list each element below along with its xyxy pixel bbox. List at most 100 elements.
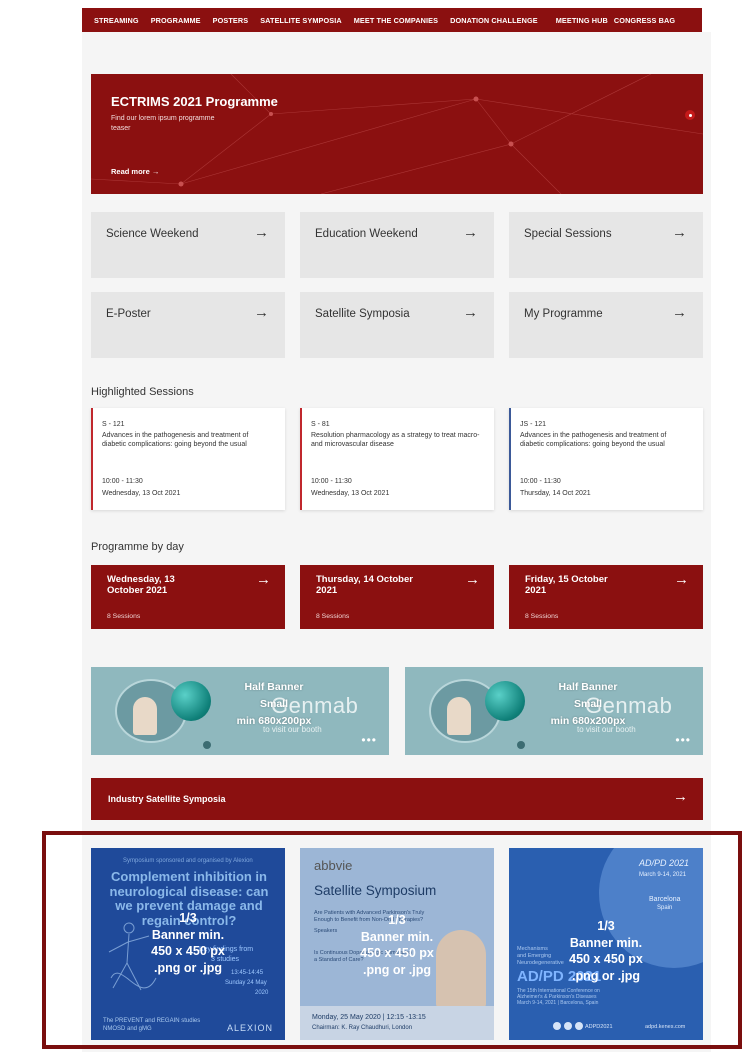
nav-satellite-symposia[interactable]: SATELLITE SYMPOSIA xyxy=(260,16,342,25)
promo-logo: abbvie xyxy=(314,858,353,873)
tile-satellite-symposia[interactable]: Satellite Symposia → xyxy=(300,292,494,358)
arrow-right-icon: → xyxy=(256,571,271,588)
facebook-icon xyxy=(553,1022,561,1030)
linkedin-icon xyxy=(575,1022,583,1030)
nav-donation-challenge[interactable]: DONATION CHALLENGE xyxy=(450,16,538,25)
session-time: 10:00 - 11:30 xyxy=(520,478,561,485)
programme-hero[interactable]: ECTRIMS 2021 Programme Find our lorem ip… xyxy=(91,74,703,194)
promo-line: .png or .jpg xyxy=(571,968,641,983)
more-dots-icon[interactable]: ••• xyxy=(675,733,691,747)
promo-line: 1/3 xyxy=(597,919,615,933)
nav-meeting-hub[interactable]: MEETING HUB xyxy=(556,16,608,25)
tile-e-poster[interactable]: E-Poster → xyxy=(91,292,285,358)
tile-special-sessions[interactable]: Special Sessions → xyxy=(509,212,703,278)
tile-label: My Programme xyxy=(524,308,603,320)
banner-placeholder-text: Half Banner Small min 680x200px xyxy=(493,679,683,730)
session-accent-bar xyxy=(300,408,302,510)
banner-line: min 680x200px xyxy=(550,715,626,727)
banner-logo-icon xyxy=(203,741,211,749)
session-title: Resolution pharmacology as a strategy to… xyxy=(311,432,480,449)
more-dots-icon[interactable]: ••• xyxy=(361,733,377,747)
promo-tag: AD/PD 2021 xyxy=(639,858,690,868)
banner-line: Half Banner xyxy=(244,681,304,693)
day-card-wednesday[interactable]: Wednesday, 13 October 2021 8 Sessions → xyxy=(91,565,285,629)
half-banner[interactable]: Genmab to visit our booth Half Banner Sm… xyxy=(91,667,389,755)
tile-science-weekend[interactable]: Science Weekend → xyxy=(91,212,285,278)
promo-conf: March 9-14, 2021 | Barcelona, Spain xyxy=(517,1000,599,1006)
session-accent-bar xyxy=(91,408,93,510)
nav-posters[interactable]: POSTERS xyxy=(213,16,249,25)
tile-label: Satellite Symposia xyxy=(315,308,410,320)
banner-line: Small xyxy=(573,698,602,710)
session-time: 10:00 - 11:30 xyxy=(102,478,143,485)
session-title: Advances in the pathogenesis and treatme… xyxy=(102,432,249,449)
arrow-right-icon: → xyxy=(463,224,478,241)
promo-city: Spain xyxy=(657,905,673,911)
highlighted-sessions-title: Highlighted Sessions xyxy=(91,386,194,398)
session-card[interactable]: S - 121 Advances in the pathogenesis and… xyxy=(91,408,285,510)
nav-meet-the-companies[interactable]: MEET THE COMPANIES xyxy=(354,16,438,25)
promo-tag: March 9-14, 2021 xyxy=(639,872,687,878)
promo-line: 1/3 xyxy=(388,913,406,927)
promo-chair: Chairman: K. Ray Chaudhuri, London xyxy=(312,1025,413,1031)
tile-label: E-Poster xyxy=(106,308,151,320)
promo-placeholder-text: 1/3 Banner min. 450 x 450 px .png or .jp… xyxy=(300,912,494,978)
promo-placeholder-text: 1/3 Banner min. 450 x 450 px .png or .jp… xyxy=(91,910,285,976)
day-date: Wednesday, 13 October 2021 xyxy=(107,574,175,596)
half-banner[interactable]: Genmab to visit our booth Half Banner Sm… xyxy=(405,667,703,755)
banner-line: Half Banner xyxy=(558,681,618,693)
nav-streaming[interactable]: STREAMING xyxy=(94,16,139,25)
day-card-thursday[interactable]: Thursday, 14 October 2021 8 Sessions → xyxy=(300,565,494,629)
arrow-right-icon: → xyxy=(465,571,480,588)
nav-programme[interactable]: PROGRAMME xyxy=(151,16,201,25)
session-accent-bar xyxy=(509,408,511,510)
banner-logo-icon xyxy=(517,741,525,749)
promo-brand: ALEXION xyxy=(226,1023,273,1033)
promo-line: .png or .jpg xyxy=(153,960,223,975)
banner-person xyxy=(447,697,471,735)
arrow-right-icon: → xyxy=(672,224,687,241)
promo-line: .png or .jpg xyxy=(362,962,432,977)
promo-line: 450 x 450 px xyxy=(151,944,225,958)
day-date: Thursday, 14 October 2021 xyxy=(316,574,413,596)
day-card-friday[interactable]: Friday, 15 October 2021 8 Sessions → xyxy=(509,565,703,629)
arrow-right-icon: → xyxy=(463,304,478,321)
hero-subtitle: Find our lorem ipsum programme teaser xyxy=(111,115,215,132)
promo-banner-abbvie[interactable]: abbvie Satellite Symposium Are Patients … xyxy=(300,848,494,1040)
session-date: Wednesday, 13 Oct 2021 xyxy=(311,490,390,497)
banner-line: Small xyxy=(259,698,288,710)
tile-label: Science Weekend xyxy=(106,228,199,240)
tile-education-weekend[interactable]: Education Weekend → xyxy=(300,212,494,278)
industry-label: Industry Satellite Symposia xyxy=(108,794,226,804)
session-card[interactable]: JS - 121 Advances in the pathogenesis an… xyxy=(509,408,703,510)
promo-social-handle: ADPD2021 xyxy=(585,1024,613,1030)
arrow-right-icon: → xyxy=(672,304,687,321)
twitter-icon xyxy=(564,1022,572,1030)
promo-sponsor-line: Symposium sponsored and organised by Ale… xyxy=(123,858,253,864)
hero-title: ECTRIMS 2021 Programme xyxy=(111,94,278,109)
promo-line: Banner min. xyxy=(569,935,643,950)
tile-label: Special Sessions xyxy=(524,228,612,240)
session-date: Thursday, 14 Oct 2021 xyxy=(520,490,591,497)
arrow-right-icon: → xyxy=(254,224,269,241)
session-code: S - 81 xyxy=(311,421,330,428)
promo-site: adpd.kenes.com xyxy=(645,1024,686,1030)
day-sessions-count: 8 Sessions xyxy=(525,613,559,620)
promo-headline: Satellite Symposium xyxy=(314,883,437,898)
tile-my-programme[interactable]: My Programme → xyxy=(509,292,703,358)
promo-social-icons xyxy=(553,1022,583,1030)
session-card[interactable]: S - 81 Resolution pharmacology as a stra… xyxy=(300,408,494,510)
promo-banner-adpd[interactable]: AD/PD 2021 March 9-14, 2021 Barcelona Sp… xyxy=(509,848,703,1040)
banner-placeholder-text: Half Banner Small min 680x200px xyxy=(179,679,369,730)
day-sessions-count: 8 Sessions xyxy=(107,613,141,620)
read-more-link[interactable]: Read more → xyxy=(111,167,159,176)
promo-footer: The PREVENT and REGAIN studies xyxy=(103,1018,201,1024)
industry-satellite-symposia-bar[interactable]: Industry Satellite Symposia → xyxy=(91,778,703,820)
session-code: JS - 121 xyxy=(520,421,547,428)
day-sessions-count: 8 Sessions xyxy=(316,613,350,620)
promo-sub: Sunday 24 May xyxy=(225,980,267,986)
promo-city: Barcelona xyxy=(649,896,681,903)
session-title: Advances in the pathogenesis and treatme… xyxy=(520,432,667,449)
promo-banner-alexion[interactable]: Symposium sponsored and organised by Ale… xyxy=(91,848,285,1040)
nav-congress-bag[interactable]: CONGRESS BAG xyxy=(614,16,675,25)
